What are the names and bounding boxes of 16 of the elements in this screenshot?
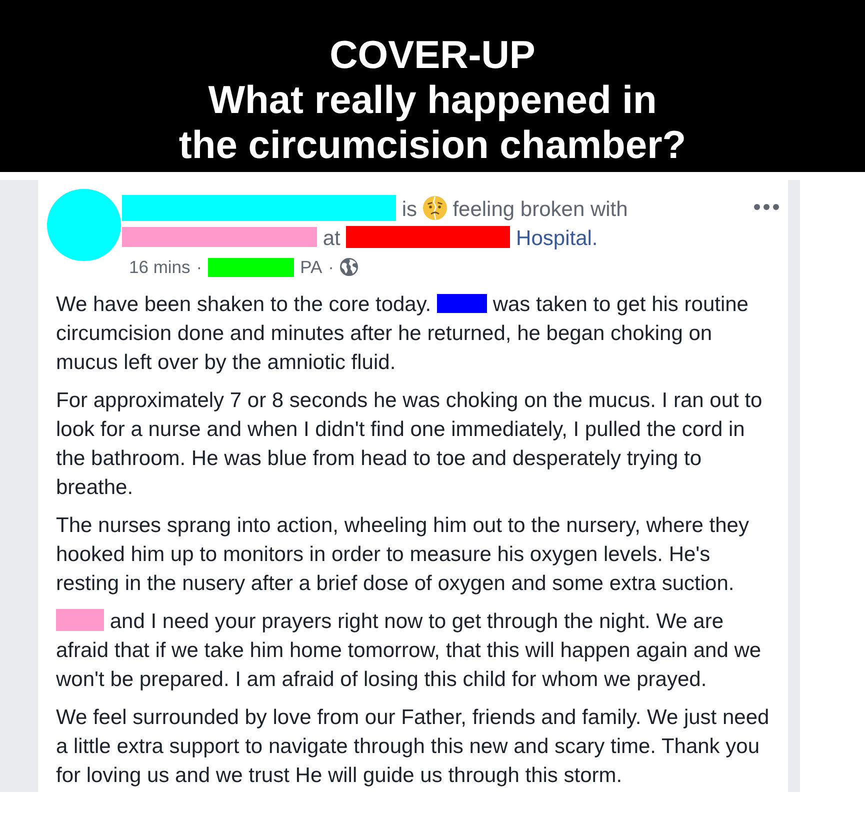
banner-headline: What really happened in the circumcision chamber? xyxy=(178,78,688,168)
post-paragraph: The nurses sprang into action, wheeling him out to the nursery, where they hooked him up to monitors in order to measure his oxygen levels. He's resting in the nusery after a brief dose of oxygen and some extra suction. xyxy=(56,512,750,596)
banner-title: COVER-UP xyxy=(328,33,536,78)
separator-dot: · xyxy=(196,256,202,279)
post-paragraph: We feel surrounded by love from our Father, friends and family. We just need a little extra support to navigate through this new and scary time. Thank you for loving us and we trust He will guide us through this storm. xyxy=(56,704,770,788)
post-paragraph: For approximately 7 or 8 seconds he was choking on the mucus. I ran out to look for a nurse and when I didn't find one immediately, I pulled the cord in the bathroom. He was blue from head to toe and desperately trying to breathe. xyxy=(56,388,764,500)
post-paragraph: and I need your prayers right now to get through the night. We are afraid that if we take him home tomorrow, that this will happen again and we won't be prepared. I am afraid of losing this child for whom we prayed. xyxy=(56,608,762,692)
separator-dot: · xyxy=(328,256,334,279)
place-link[interactable]: Hospital. xyxy=(516,226,598,250)
globe-icon xyxy=(340,258,358,276)
post-paragraph: We have been shaken to the core today. was taken to get his routine circumcision done and minutes after he returned, he began choking on mucus left over by the amniotic fluid. xyxy=(56,292,750,376)
timestamp-link[interactable]: 16 mins xyxy=(129,254,190,280)
activity-text: is feeling broken with at Hospital. xyxy=(122,194,682,252)
more-options-icon[interactable] xyxy=(754,204,779,210)
cracked-face-icon xyxy=(422,196,447,220)
location-text: PA xyxy=(300,256,322,279)
